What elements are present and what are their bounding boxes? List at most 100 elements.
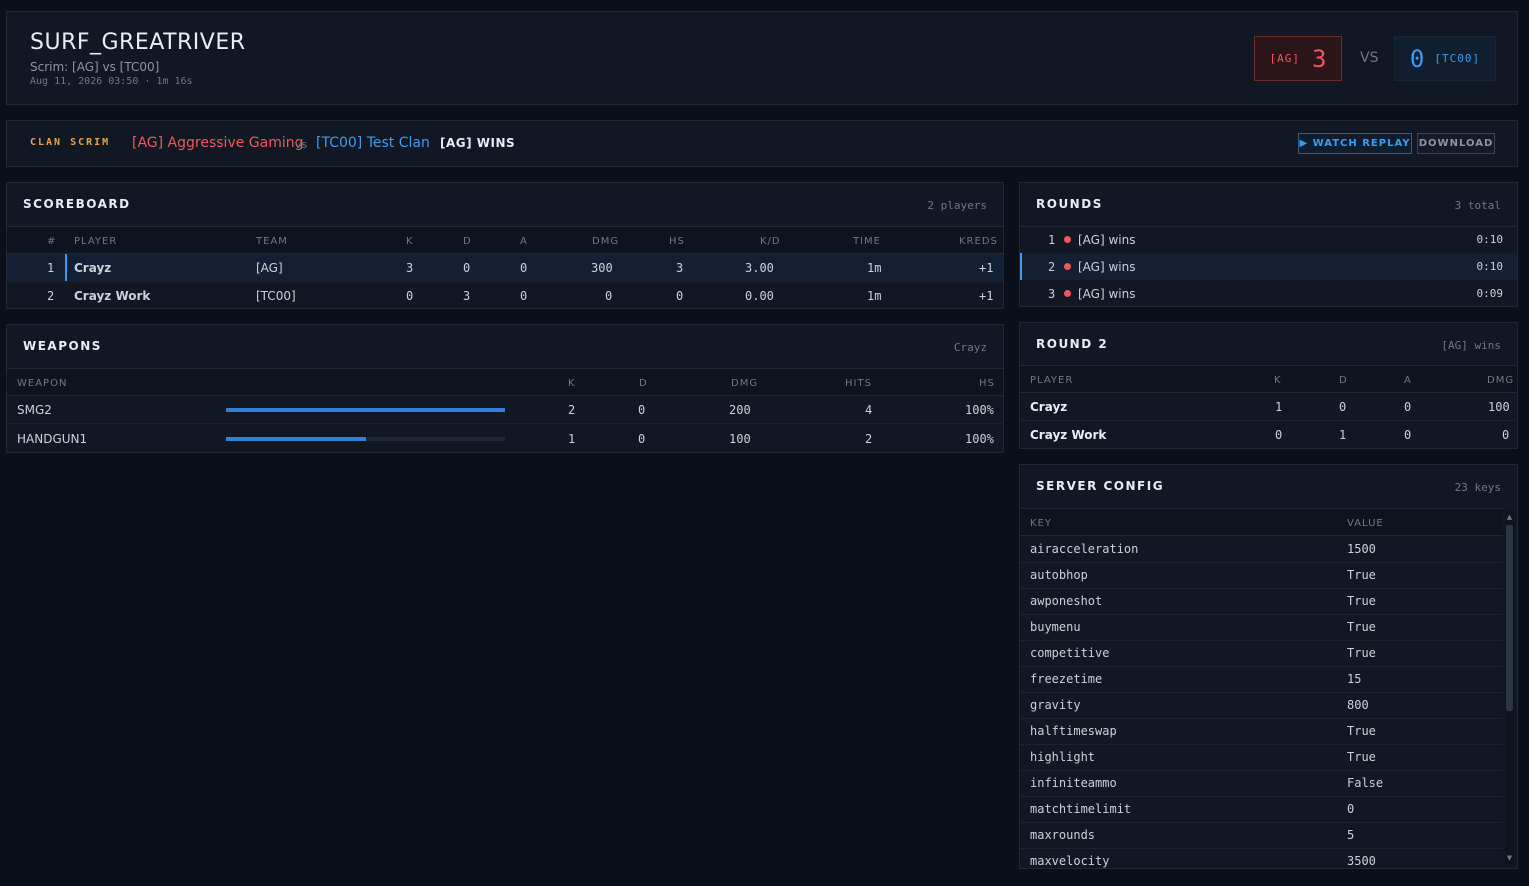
weapons-title: WEAPONS <box>23 339 102 353</box>
scroll-down-icon[interactable]: ▼ <box>1505 854 1514 862</box>
config-key: competitive <box>1030 646 1110 660</box>
player-name: Crayz Work <box>1030 428 1107 442</box>
round-player-row: Crayz Work 0 1 0 0 <box>1020 421 1517 449</box>
config-key: highlight <box>1030 750 1096 764</box>
col-weapon: WEAPON <box>17 378 68 389</box>
clan-a-link[interactable]: [AG] Aggressive Gaming <box>132 135 304 151</box>
player-name[interactable]: Crayz Work <box>74 289 150 303</box>
player-kreds: +1 <box>979 289 994 303</box>
config-key: freezetime <box>1030 672 1103 686</box>
player-d: 0 <box>463 261 471 275</box>
weapon-hits: 4 <box>865 403 873 417</box>
col-time: TIME <box>853 236 882 247</box>
config-value: 1500 <box>1347 542 1376 556</box>
scoreboard-row[interactable]: 1 Crayz [AG] 3 0 0 300 3 3.00 1m +1 <box>7 254 1003 282</box>
config-row: competitive True <box>1020 641 1503 667</box>
player-hs: 3 <box>676 261 684 275</box>
player-dmg: 300 <box>591 261 613 275</box>
rounds-meta: 3 total <box>1454 199 1501 212</box>
team-a-tag: [AG] <box>1269 52 1301 65</box>
config-value: 5 <box>1347 828 1355 842</box>
config-key: gravity <box>1030 698 1081 712</box>
col-hits: HITS <box>845 378 872 389</box>
round-winner-dot <box>1064 263 1071 270</box>
round-num: 1 <box>1048 233 1056 247</box>
weapon-share-bar <box>226 408 505 412</box>
weapon-name: HANDGUN1 <box>17 432 88 446</box>
round-detail-header: PLAYER K D A DMG <box>1020 365 1517 393</box>
player-time: 1m <box>867 261 882 275</box>
config-value: True <box>1347 750 1376 764</box>
weapon-row: SMG2 2 0 200 4 100% <box>7 396 1003 424</box>
weapon-k: 1 <box>568 432 576 446</box>
round-row[interactable]: 3 [AG] wins 0:09 <box>1020 280 1517 307</box>
player-dmg: 100 <box>1488 400 1510 414</box>
round-player-row: Crayz 1 0 0 100 <box>1020 393 1517 421</box>
clan-scrim-bar: CLAN SCRIM [AG] Aggressive Gaming vs [TC… <box>6 120 1518 167</box>
col-a: A <box>520 236 528 247</box>
round-detail-title: ROUND 2 <box>1036 337 1109 351</box>
config-value: True <box>1347 568 1376 582</box>
team-a-score: 3 <box>1312 44 1327 73</box>
weapon-k: 2 <box>568 403 576 417</box>
config-row: halftimeswap True <box>1020 719 1503 745</box>
scrollbar-thumb[interactable] <box>1506 525 1513 711</box>
scroll-up-icon[interactable]: ▲ <box>1505 513 1514 521</box>
config-key: awponeshot <box>1030 594 1103 608</box>
scoreboard-title: SCOREBOARD <box>23 197 131 211</box>
round-row-selected[interactable]: 2 [AG] wins 0:10 <box>1020 253 1517 280</box>
server-config-list[interactable]: airacceleration 1500 autobhop True awponesho… <box>1020 537 1503 868</box>
player-d: 3 <box>463 289 471 303</box>
col-kd: K/D <box>760 236 781 247</box>
config-value: 0 <box>1347 802 1355 816</box>
scoreboard-panel: SCOREBOARD 2 players # PLAYER TEAM K D A… <box>6 182 1004 309</box>
player-team: [TC00] <box>256 289 296 303</box>
config-row: maxvelocity 3500 <box>1020 849 1503 868</box>
config-row: autobhop True <box>1020 563 1503 589</box>
config-value: True <box>1347 646 1376 660</box>
team-b-score: 0 <box>1409 44 1425 73</box>
config-key: halftimeswap <box>1030 724 1117 738</box>
download-button[interactable]: DOWNLOAD <box>1417 133 1495 154</box>
round-detail-panel: ROUND 2 [AG] wins PLAYER K D A DMG Crayz… <box>1019 322 1518 449</box>
config-row: airacceleration 1500 <box>1020 537 1503 563</box>
col-player: PLAYER <box>74 236 118 247</box>
round-winner-dot <box>1064 236 1071 243</box>
player-name[interactable]: Crayz <box>74 261 111 275</box>
player-a: 0 <box>520 261 528 275</box>
config-value: 3500 <box>1347 854 1376 868</box>
team-b-score-box: 0 [TC00] <box>1394 36 1496 81</box>
config-row: buymenu True <box>1020 615 1503 641</box>
scoreboard-row[interactable]: 2 Crayz Work [TC00] 0 3 0 0 0 0.00 1m +1 <box>7 282 1003 310</box>
config-row: awponeshot True <box>1020 589 1503 615</box>
match-meta: Aug 11, 2026 03:50 · 1m 16s <box>30 76 193 87</box>
col-d: D <box>639 378 648 389</box>
clan-b-link[interactable]: [TC00] Test Clan <box>316 135 430 151</box>
map-title: SURF_GREATRIVER <box>30 30 246 55</box>
match-header: SURF_GREATRIVER Scrim: [AG] vs [TC00] Au… <box>6 11 1518 105</box>
col-k: K <box>568 378 576 389</box>
weapon-row: HANDGUN1 1 0 100 2 100% <box>7 425 1003 453</box>
player-a: 0 <box>1404 400 1412 414</box>
watch-replay-button[interactable]: ▶ WATCH REPLAY <box>1298 133 1412 154</box>
server-config-meta: 23 keys <box>1454 481 1501 494</box>
weapon-share-bar <box>226 437 505 441</box>
player-time: 1m <box>867 289 882 303</box>
config-value: 800 <box>1347 698 1369 712</box>
clan-scrim-label: CLAN SCRIM <box>30 137 111 148</box>
config-row: highlight True <box>1020 745 1503 771</box>
col-team: TEAM <box>256 236 288 247</box>
player-k: 3 <box>406 261 414 275</box>
rounds-title: ROUNDS <box>1036 197 1103 211</box>
config-scrollbar[interactable]: ▲ ▼ <box>1505 511 1514 864</box>
team-b-tag: [TC00] <box>1434 52 1481 65</box>
config-row: infiniteammo False <box>1020 771 1503 797</box>
player-k: 0 <box>406 289 414 303</box>
col-hs: HS <box>669 236 685 247</box>
col-dmg: DMG <box>592 236 620 247</box>
player-kd: 0.00 <box>745 289 774 303</box>
round-row[interactable]: 1 [AG] wins 0:10 <box>1020 226 1517 253</box>
player-kreds: +1 <box>979 261 994 275</box>
col-key: KEY <box>1030 518 1052 529</box>
config-value: True <box>1347 724 1376 738</box>
